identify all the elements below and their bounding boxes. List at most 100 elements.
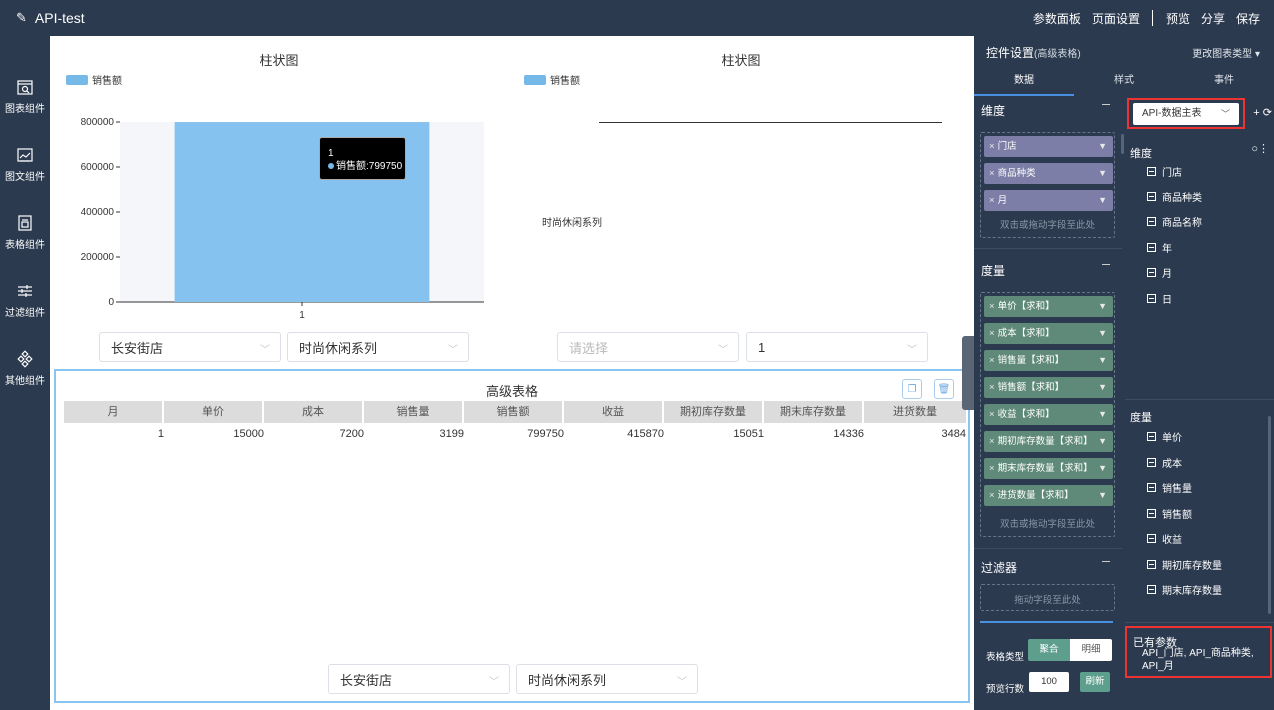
field-item[interactable]: 期末库存数量 (1147, 582, 1222, 597)
measure-pill[interactable]: × 进货数量【求和】 ▼ (984, 485, 1113, 506)
field-item[interactable]: 单价 (1147, 429, 1182, 444)
caret-down-icon[interactable]: ▼ (1098, 296, 1107, 317)
measure-pill[interactable]: × 期初库存数量【求和】 ▼ (984, 431, 1113, 452)
caret-down-icon[interactable]: ▼ (1098, 190, 1107, 211)
measure-pill[interactable]: × 收益【求和】 ▼ (984, 404, 1113, 425)
nav-chart-component[interactable]: 图表组件 (0, 72, 50, 132)
remove-icon[interactable]: × (989, 168, 995, 179)
caret-down-icon[interactable]: ▼ (1098, 458, 1107, 479)
measure-pill[interactable]: × 单价【求和】 ▼ (984, 296, 1113, 317)
caret-down-icon[interactable]: ▼ (1098, 485, 1107, 506)
chart-legend[interactable]: 销售额 (524, 72, 580, 87)
measure-pill[interactable]: × 销售额【求和】 ▼ (984, 377, 1113, 398)
collapse-icon[interactable] (1102, 561, 1110, 562)
field-item[interactable]: 成本 (1147, 455, 1182, 470)
aggregate-option[interactable]: 聚合 (1028, 639, 1070, 661)
edit-pen-icon[interactable]: ✎ (16, 10, 27, 26)
remove-icon[interactable]: × (989, 490, 995, 501)
bar-chart-panel-1[interactable]: 柱状图 销售额 800000 600000 400000 200000 0 1 1 销售额… (50, 36, 508, 368)
remove-icon[interactable]: × (989, 355, 995, 366)
share-button[interactable]: 分享 (1201, 10, 1225, 27)
column-header[interactable]: 单价 (164, 401, 264, 423)
caret-down-icon[interactable]: ▼ (1098, 431, 1107, 452)
column-header[interactable]: 销售额 (464, 401, 564, 423)
field-item[interactable]: 日 (1147, 291, 1172, 306)
dimension-pill[interactable]: × 月 ▼ (984, 190, 1113, 211)
add-icon[interactable]: + (1253, 107, 1259, 119)
dimension-dropzone[interactable]: × 门店 ▼ × 商品种类 ▼ × 月 ▼ 双击或拖动字段至此处 (980, 132, 1115, 238)
detail-option[interactable]: 明细 (1070, 639, 1112, 661)
column-header[interactable]: 收益 (564, 401, 664, 423)
remove-icon[interactable]: × (989, 436, 995, 447)
nav-filter-component[interactable]: 过滤组件 (0, 276, 50, 336)
measure-pill[interactable]: × 期末库存数量【求和】 ▼ (984, 458, 1113, 479)
caret-down-icon[interactable]: ▼ (1098, 377, 1107, 398)
store-filter-select[interactable]: 长安街店 ﹀ (99, 332, 281, 362)
collapse-icon[interactable] (1102, 264, 1110, 265)
measure-dropzone[interactable]: × 单价【求和】 ▼ × 成本【求和】 ▼ × 销售量【求和】 ▼ × 销售额【求和】 ▼ × 收… (980, 292, 1115, 537)
field-item[interactable]: 销售额 (1147, 506, 1192, 521)
remove-icon[interactable]: × (989, 328, 995, 339)
scrollbar[interactable] (1121, 134, 1124, 154)
remove-icon[interactable]: × (989, 409, 995, 420)
column-header[interactable]: 期初库存数量 (664, 401, 764, 423)
column-header[interactable]: 销售量 (364, 401, 464, 423)
column-header[interactable]: 月 (64, 401, 164, 423)
category-filter-select[interactable]: 时尚休闲系列 ﹀ (287, 332, 469, 362)
caret-down-icon[interactable]: ▼ (1098, 163, 1107, 184)
tab-data[interactable]: 数据 (974, 72, 1074, 96)
table-category-filter-select[interactable]: 时尚休闲系列 ﹀ (516, 664, 698, 694)
column-header[interactable]: 期末库存数量 (764, 401, 864, 423)
collapse-handle[interactable] (962, 336, 974, 410)
caret-down-icon[interactable]: ▼ (1098, 323, 1107, 344)
dimension-pill[interactable]: × 商品种类 ▼ (984, 163, 1113, 184)
save-button[interactable]: 保存 (1236, 10, 1260, 27)
nav-image-text-component[interactable]: 图文组件 (0, 140, 50, 200)
field-item[interactable]: 年 (1147, 240, 1172, 255)
collapse-icon[interactable] (1102, 104, 1110, 105)
scrollbar[interactable] (1268, 416, 1271, 614)
search-icon[interactable]: ○ (1251, 143, 1258, 155)
dimension-pill[interactable]: × 门店 ▼ (984, 136, 1113, 157)
column-header[interactable]: 进货数量 (864, 401, 966, 423)
field-item[interactable]: 期初库存数量 (1147, 557, 1222, 572)
field-item[interactable]: 门店 (1147, 164, 1182, 179)
bar-chart-panel-2[interactable]: 柱状图 销售额 时尚休闲系列 请选择 ﹀ 1 ﹀ (508, 36, 974, 368)
copy-icon[interactable]: ❐ (902, 379, 922, 399)
measure-pill[interactable]: × 成本【求和】 ▼ (984, 323, 1113, 344)
preview-rows-input[interactable]: 100 (1029, 672, 1069, 692)
caret-down-icon[interactable]: ▼ (1098, 350, 1107, 371)
field-item[interactable]: 月 (1147, 265, 1172, 280)
field-item[interactable]: 商品名称 (1147, 214, 1202, 229)
field-item[interactable]: 收益 (1147, 531, 1182, 546)
page-settings-button[interactable]: 页面设置 (1092, 10, 1140, 27)
nav-table-component[interactable]: 表格组件 (0, 208, 50, 268)
nav-other-component[interactable]: 其他组件 (0, 344, 50, 404)
caret-down-icon[interactable]: ▼ (1098, 404, 1107, 425)
tab-style[interactable]: 样式 (1074, 72, 1174, 96)
field-label: 门店 (1162, 168, 1182, 179)
field-item[interactable]: 销售量 (1147, 480, 1192, 495)
remove-icon[interactable]: × (989, 463, 995, 474)
change-chart-type-button[interactable]: 更改图表类型 ▾ (1192, 45, 1260, 60)
remove-icon[interactable]: × (989, 195, 995, 206)
filter-dropzone[interactable]: 拖动字段至此处 (980, 584, 1115, 611)
remove-icon[interactable]: × (989, 301, 995, 312)
preview-button[interactable]: 预览 (1166, 10, 1190, 27)
advanced-table-panel[interactable]: 高级表格 ❐ 🗑 月 单价 成本 销售量 销售额 收益 期初库存数量 期末库存数… (54, 369, 970, 703)
remove-icon[interactable]: × (989, 141, 995, 152)
field-item[interactable]: 商品种类 (1147, 189, 1202, 204)
chart2-filter-select[interactable]: 请选择 ﹀ (557, 332, 739, 362)
trash-icon[interactable]: 🗑 (934, 379, 954, 399)
caret-down-icon[interactable]: ▼ (1098, 136, 1107, 157)
month-filter-select[interactable]: 1 ﹀ (746, 332, 928, 362)
remove-icon[interactable]: × (989, 382, 995, 393)
table-store-filter-select[interactable]: 长安街店 ﹀ (328, 664, 510, 694)
tab-events[interactable]: 事件 (1174, 72, 1274, 96)
refresh-button[interactable]: 刷新 (1080, 672, 1110, 692)
measure-pill[interactable]: × 销售量【求和】 ▼ (984, 350, 1113, 371)
more-icon[interactable]: ⋮ (1258, 142, 1269, 155)
params-panel-button[interactable]: 参数面板 (1033, 10, 1081, 27)
refresh-icon[interactable]: ⟳ (1263, 107, 1272, 119)
column-header[interactable]: 成本 (264, 401, 364, 423)
